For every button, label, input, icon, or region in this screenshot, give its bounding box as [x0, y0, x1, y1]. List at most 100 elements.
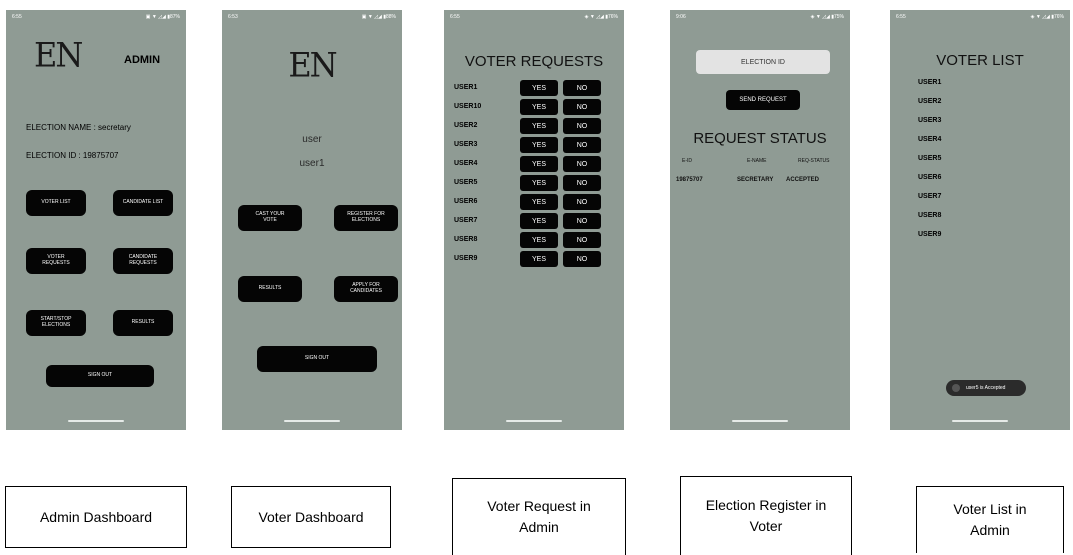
request-username: USER5 — [454, 179, 478, 186]
register-elections-button[interactable]: REGISTER FOR ELECTIONS — [334, 205, 398, 231]
reject-button[interactable]: NO — [563, 194, 601, 210]
status-bar: 6:53 ▣ ▼ ◿◢ ▮88% — [222, 14, 402, 24]
approve-button[interactable]: YES — [520, 194, 558, 210]
sign-out-button[interactable]: SIGN OUT — [46, 365, 154, 387]
row-eid: 19875707 — [676, 177, 703, 183]
reject-button[interactable]: NO — [563, 118, 601, 134]
voter-list-item: USER1 — [918, 79, 942, 86]
status-time: 6:53 — [228, 14, 238, 20]
status-icons: ◈ ▼ ◿◢ ▮76% — [1030, 14, 1064, 20]
status-table-header: E-ID E-NAME REQ-STATUS — [670, 158, 850, 168]
username: user1 — [299, 158, 325, 169]
page-header: ADMIN — [124, 54, 161, 66]
request-status-title: REQUEST STATUS — [693, 130, 827, 147]
approve-button[interactable]: YES — [520, 137, 558, 153]
caption-text: Voter Request in Admin — [487, 498, 591, 535]
candidate-requests-button[interactable]: CANDIDATE REQUESTS — [113, 248, 173, 274]
approve-button[interactable]: YES — [520, 99, 558, 115]
home-indicator[interactable] — [732, 420, 788, 422]
voter-list-item: USER4 — [918, 136, 942, 143]
voter-request-row: USER8 YES NO — [454, 232, 604, 248]
app-logo: EN — [288, 45, 337, 85]
status-time: 6:55 — [12, 14, 22, 20]
election-register-screen: 9:06 ◈ ▼ ◿◢ ▮75% ELECTION ID SEND REQUES… — [670, 10, 850, 430]
page-title: VOTER LIST — [936, 52, 1024, 69]
approve-button[interactable]: YES — [520, 175, 558, 191]
reject-button[interactable]: NO — [563, 251, 601, 267]
election-id-input[interactable]: ELECTION ID — [696, 50, 830, 74]
status-bar: 9:06 ◈ ▼ ◿◢ ▮75% — [670, 14, 850, 24]
status-bar: 6:55 ◈ ▼ ◿◢ ▮76% — [890, 14, 1070, 24]
reject-button[interactable]: NO — [563, 80, 601, 96]
status-icons: ◈ ▼ ◿◢ ▮76% — [584, 14, 618, 20]
request-username: USER9 — [454, 255, 478, 262]
approve-button[interactable]: YES — [520, 156, 558, 172]
election-name: ELECTION NAME : secretary — [26, 123, 131, 132]
caption-text: Voter List in Admin — [953, 501, 1027, 538]
voter-list-item: USER8 — [918, 212, 942, 219]
sign-out-button[interactable]: SIGN OUT — [257, 346, 377, 372]
reject-button[interactable]: NO — [563, 99, 601, 115]
home-indicator[interactable] — [284, 420, 340, 422]
start-stop-elections-button[interactable]: START/STOP ELECTIONS — [26, 310, 86, 336]
approve-button[interactable]: YES — [520, 232, 558, 248]
status-time: 9:06 — [676, 14, 686, 20]
col-eid: E-ID — [682, 158, 692, 164]
caption-admin-dashboard: Admin Dashboard — [5, 486, 187, 548]
reject-button[interactable]: NO — [563, 232, 601, 248]
reject-button[interactable]: NO — [563, 156, 601, 172]
user-role: user — [302, 134, 322, 145]
status-time: 6:55 — [896, 14, 906, 20]
voter-list-item: USER9 — [918, 231, 942, 238]
caption-election-register: Election Register in Voter — [680, 476, 852, 555]
voter-requests-button[interactable]: VOTER REQUESTS — [26, 248, 86, 274]
status-icons: ▣ ▼ ◿◢ ▮87% — [145, 14, 180, 20]
request-username: USER7 — [454, 217, 478, 224]
voter-list-item: USER5 — [918, 155, 942, 162]
reject-button[interactable]: NO — [563, 175, 601, 191]
col-req-status: REQ-STATUS — [798, 158, 830, 164]
status-time: 6:55 — [450, 14, 460, 20]
request-username: USER10 — [454, 103, 482, 110]
status-icons: ▣ ▼ ◿◢ ▮88% — [361, 14, 396, 20]
voter-list-screen: 6:55 ◈ ▼ ◿◢ ▮76% VOTER LIST USER1 USER2 US… — [890, 10, 1070, 430]
home-indicator[interactable] — [952, 420, 1008, 422]
row-status: ACCEPTED — [786, 177, 820, 183]
voter-request-row: USER9 YES NO — [454, 251, 604, 267]
toast-text: user5 is Accepted — [966, 385, 1006, 391]
election-id-placeholder: ELECTION ID — [741, 58, 785, 66]
approve-button[interactable]: YES — [520, 118, 558, 134]
status-bar: 6:55 ▣ ▼ ◿◢ ▮87% — [6, 14, 186, 24]
col-ename: E-NAME — [747, 158, 767, 164]
apply-candidates-button[interactable]: APPLY FOR CANDIDATES — [334, 276, 398, 302]
cast-vote-button[interactable]: CAST YOUR VOTE — [238, 205, 302, 231]
election-id: ELECTION ID : 19875707 — [26, 151, 119, 160]
voter-list-item: USER2 — [918, 98, 942, 105]
send-request-button[interactable]: SEND REQUEST — [726, 90, 800, 110]
home-indicator[interactable] — [68, 420, 124, 422]
voter-list-item: USER7 — [918, 193, 942, 200]
voter-request-row: USER2 YES NO — [454, 118, 604, 134]
approve-button[interactable]: YES — [520, 80, 558, 96]
voter-list-item: USER3 — [918, 117, 942, 124]
toast: user5 is Accepted — [946, 380, 1026, 396]
approve-button[interactable]: YES — [520, 251, 558, 267]
results-button[interactable]: RESULTS — [238, 276, 302, 302]
voter-request-row: USER7 YES NO — [454, 213, 604, 229]
candidate-list-button[interactable]: CANDIDATE LIST — [113, 190, 173, 216]
caption-text: Voter Dashboard — [258, 508, 364, 525]
voter-requests-screen: 6:55 ◈ ▼ ◿◢ ▮76% VOTER REQUESTS USER1 YES… — [444, 10, 624, 430]
status-bar: 6:55 ◈ ▼ ◿◢ ▮76% — [444, 14, 624, 24]
caption-voter-dashboard: Voter Dashboard — [231, 486, 391, 548]
reject-button[interactable]: NO — [563, 137, 601, 153]
caption-text: Election Register in Voter — [705, 497, 827, 534]
voter-request-row: USER6 YES NO — [454, 194, 604, 210]
voter-list-button[interactable]: VOTER LIST — [26, 190, 86, 216]
results-button[interactable]: RESULTS — [113, 310, 173, 336]
request-username: USER6 — [454, 198, 478, 205]
home-indicator[interactable] — [506, 420, 562, 422]
approve-button[interactable]: YES — [520, 213, 558, 229]
voter-request-row: USER4 YES NO — [454, 156, 604, 172]
reject-button[interactable]: NO — [563, 213, 601, 229]
voter-list-item: USER6 — [918, 174, 942, 181]
